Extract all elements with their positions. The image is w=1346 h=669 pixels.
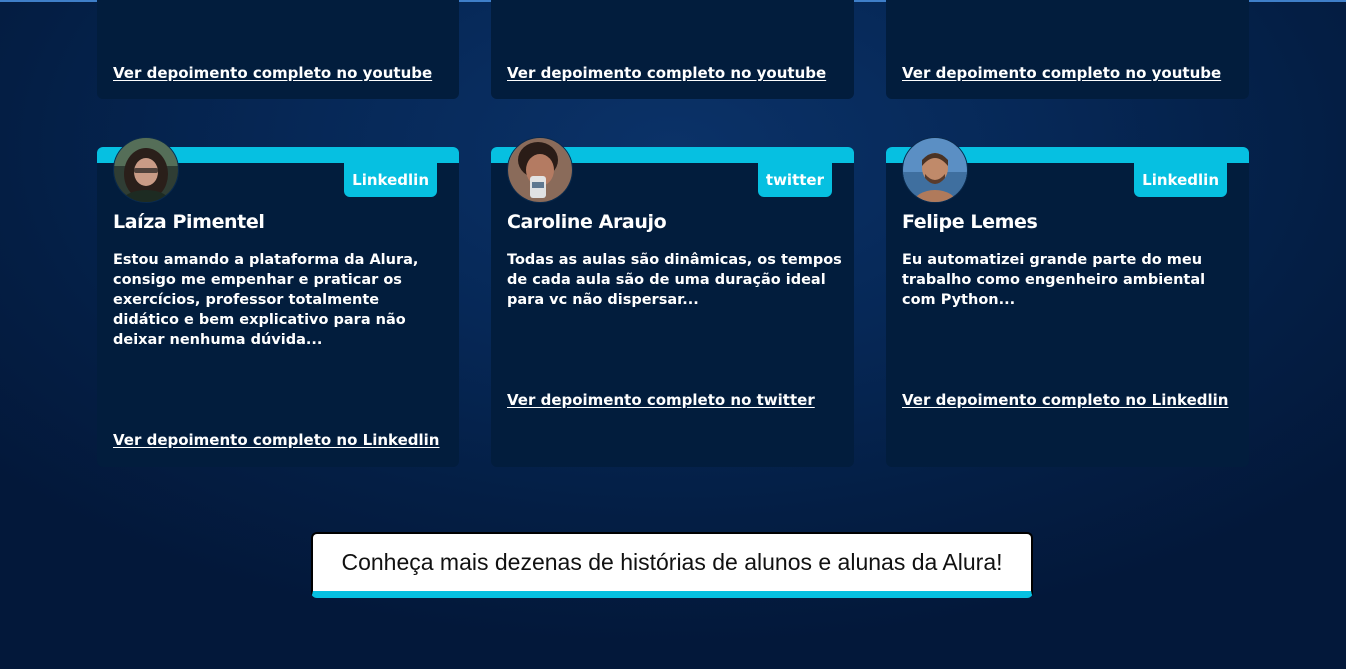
testimonial-card-top-1: Ver depoimento completo no youtube xyxy=(97,0,459,99)
source-badge[interactable]: Linkedlin xyxy=(344,163,437,197)
linkedin-testimonial-link[interactable]: Ver depoimento completo no Linkedlin xyxy=(902,391,1228,409)
testimonial-text: Estou amando a plataforma da Alura, cons… xyxy=(113,252,419,348)
avatar-felipe xyxy=(902,137,968,203)
youtube-testimonial-link[interactable]: Ver depoimento completo no youtube xyxy=(507,64,826,82)
testimonial-text: Eu automatizei grande parte do meu traba… xyxy=(902,252,1206,308)
source-badge[interactable]: Linkedlin xyxy=(1134,163,1227,197)
twitter-testimonial-link[interactable]: Ver depoimento completo no twitter xyxy=(507,391,815,409)
student-name: Laíza Pimentel xyxy=(113,211,265,233)
student-name: Caroline Araujo xyxy=(507,211,667,233)
avatar-caroline xyxy=(507,137,573,203)
testimonial-text: Todas as aulas são dinâmicas, os tempos … xyxy=(507,252,842,308)
testimonial-card-top-2: Ver depoimento completo no youtube xyxy=(491,0,854,99)
student-name: Felipe Lemes xyxy=(902,211,1038,233)
linkedin-testimonial-link[interactable]: Ver depoimento completo no Linkedlin xyxy=(113,431,439,449)
more-stories-button[interactable]: Conheça mais dezenas de histórias de alu… xyxy=(311,532,1033,598)
testimonial-card-top-3: Ver depoimento completo no youtube xyxy=(886,0,1249,99)
youtube-testimonial-link[interactable]: Ver depoimento completo no youtube xyxy=(902,64,1221,82)
source-badge[interactable]: twitter xyxy=(757,163,832,197)
youtube-testimonial-link[interactable]: Ver depoimento completo no youtube xyxy=(113,64,432,82)
avatar-laiza xyxy=(113,137,179,203)
